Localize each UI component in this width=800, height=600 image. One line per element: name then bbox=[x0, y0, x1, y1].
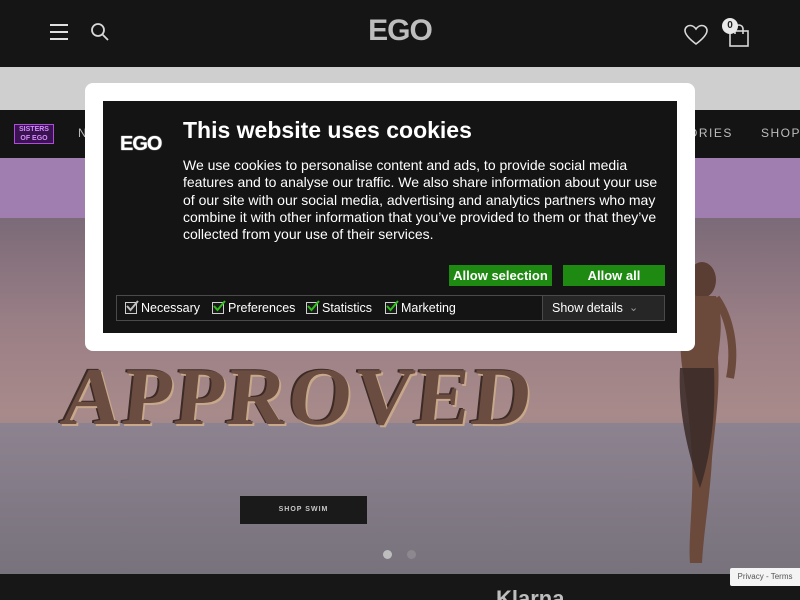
consent-statistics[interactable]: Statistics bbox=[306, 300, 373, 315]
checkmark-icon bbox=[126, 300, 139, 312]
consent-label-preferences: Preferences bbox=[228, 301, 296, 315]
checkbox-necessary[interactable] bbox=[125, 300, 139, 314]
consent-label-statistics: Statistics bbox=[322, 301, 373, 315]
carousel-dot-1[interactable] bbox=[383, 550, 392, 559]
recaptcha-badge[interactable]: Privacy - Terms bbox=[730, 568, 800, 586]
wishlist-heart-icon[interactable] bbox=[684, 24, 708, 46]
site-logo[interactable]: EGO bbox=[350, 14, 450, 48]
search-icon[interactable] bbox=[90, 22, 110, 42]
nav-sisters-badge[interactable]: SISTERS OF EGO bbox=[14, 124, 54, 144]
cart-count-badge: 0 bbox=[722, 18, 738, 34]
cookie-description: We use cookies to personalise content an… bbox=[183, 157, 658, 243]
klarna-logo: Klarna bbox=[496, 586, 565, 600]
hero-title: APPROVED bbox=[57, 351, 539, 442]
cookie-title: This website uses cookies bbox=[183, 117, 472, 143]
carousel-dot-2[interactable] bbox=[407, 550, 416, 559]
consent-necessary[interactable]: Necessary bbox=[125, 300, 201, 315]
chevron-down-icon: ⌄ bbox=[629, 302, 639, 314]
consent-label-marketing: Marketing bbox=[401, 301, 456, 315]
checkbox-marketing[interactable] bbox=[385, 300, 399, 314]
consent-preferences[interactable]: Preferences bbox=[212, 300, 296, 315]
allow-selection-button[interactable]: Allow selection bbox=[449, 265, 552, 286]
shop-swim-button[interactable]: SHOP SWIM bbox=[240, 496, 367, 524]
checkbox-statistics[interactable] bbox=[306, 300, 320, 314]
allow-all-button[interactable]: Allow all bbox=[563, 265, 665, 286]
checkmark-icon bbox=[386, 300, 399, 312]
nav-item-shop[interactable]: SHOP bbox=[761, 126, 800, 140]
consent-label-necessary: Necessary bbox=[141, 301, 201, 315]
payment-strip: Klarna bbox=[0, 574, 800, 600]
checkmark-icon bbox=[213, 300, 226, 312]
hamburger-menu-icon[interactable] bbox=[50, 24, 68, 40]
checkbox-preferences[interactable] bbox=[212, 300, 226, 314]
cookie-brand-logo: EGO bbox=[120, 133, 162, 155]
show-details-label: Show details bbox=[552, 301, 623, 315]
show-details-button[interactable]: Show details ⌄ bbox=[542, 296, 664, 320]
site-header: EGO 0 bbox=[0, 0, 800, 67]
consent-marketing[interactable]: Marketing bbox=[385, 300, 456, 315]
checkmark-icon bbox=[307, 300, 320, 312]
